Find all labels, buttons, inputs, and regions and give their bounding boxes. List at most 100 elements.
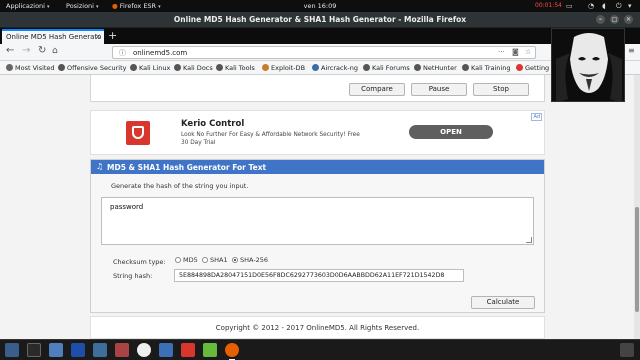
minimize-button[interactable]: – [596,15,605,24]
anonymous-mask-avatar [551,28,625,102]
pause-button[interactable]: Pause [411,83,467,96]
beef-app-icon[interactable] [159,343,173,357]
bookmark-label: Exploit-DB [271,64,306,72]
bookmark-label: Offensive Security [67,64,127,72]
system-menu-caret[interactable]: ▾ [628,2,632,10]
burpsuite-app-icon[interactable] [115,343,129,357]
bookmark-favicon-icon [174,64,181,71]
kerio-logo [126,121,150,145]
checksum-type-label: Checksum type: [113,258,166,266]
bookmark-kali-tools[interactable]: Kali Tools [216,64,255,72]
page-actions-icon[interactable]: ··· [498,48,505,56]
bookmark-favicon-icon [516,64,523,71]
address-bar[interactable]: ⓘ onlinemd5.com ··· ◙ ☆ [112,46,536,59]
page-content: Compare Pause Stop Kerio Control Look No… [0,75,634,339]
mask-image [552,29,624,101]
maximize-button[interactable]: □ [610,15,619,24]
radio-sha1[interactable]: SHA1 [202,256,228,264]
volume-icon[interactable]: ◖ [602,2,606,10]
firefox-app-icon[interactable] [225,343,239,360]
maltego-app-icon[interactable] [137,343,151,357]
taskbar-dock [0,339,640,360]
bookmark-favicon-icon [130,64,137,71]
radio-label: MD5 [183,256,198,264]
recording-timer: 00:01:54 [535,2,562,9]
bookmark-star-icon[interactable]: ☆ [525,48,531,56]
close-tab-icon[interactable]: ✕ [95,33,101,41]
bookmark-offensive-security[interactable]: Offensive Security [58,64,127,72]
text-input-area[interactable]: password [101,197,534,245]
string-hash-label: String hash: [113,272,153,280]
bookmark-exploit-db[interactable]: Exploit-DB [262,64,305,72]
page-scrollbar[interactable] [634,75,640,339]
bookmark-nethunter[interactable]: NetHunter [414,64,457,72]
resize-grip[interactable] [526,237,532,243]
metasploit-app-icon[interactable] [71,343,85,357]
folder-app-icon[interactable] [49,343,63,357]
gear-icon [6,64,13,71]
home-button[interactable]: ⌂ [52,46,58,56]
panel-header: ♫ MD5 & SHA1 Hash Generator For Text [91,160,544,174]
radio-sha256[interactable]: SHA-256 [232,256,268,264]
bookmark-favicon-icon [262,64,269,71]
reload-button[interactable]: ↻ [38,45,46,56]
radio-button[interactable] [202,257,208,263]
bookmark-most-visited[interactable]: Most Visited [6,64,55,72]
bookmark-label: Kali Training [471,64,511,72]
bookmark-kali-forums[interactable]: Kali Forums [363,64,410,72]
hash-generator-panel: ♫ MD5 & SHA1 Hash Generator For Text Gen… [90,159,545,313]
input-text: password [110,203,144,211]
bookmark-aircrack-ng[interactable]: Aircrack-ng [312,64,358,72]
window-titlebar: Online MD5 Hash Generator & SHA1 Hash Ge… [0,12,640,28]
page-footer: Copyright © 2012 - 2017 OnlineMD5. All R… [90,316,545,339]
bookmark-label: Kali Tools [225,64,255,72]
advertisement[interactable]: Kerio Control Look No Further For Easy &… [90,110,545,155]
hash-output-field[interactable]: 5E884898DA28047151D0E56F8DC6292773603D0D… [174,269,464,282]
show-apps-icon[interactable] [620,343,634,357]
navigation-bar: ← → ↻ ⌂ ⓘ onlinemd5.com ··· ◙ ☆ ▥ ≡ [0,44,640,61]
ad-open-button[interactable]: OPEN [409,125,493,139]
menu-icon[interactable]: ≡ [628,46,635,55]
bookmarks-toolbar: Most Visited Offensive Security Kali Lin… [0,61,640,75]
ad-choices-badge[interactable]: Ad [531,113,542,121]
bookmark-label: Most Visited [15,64,55,72]
tab-onlinemd5[interactable]: Online MD5 Hash Generato ✕ [2,29,104,44]
bookmark-kali-docs[interactable]: Kali Docs [174,64,213,72]
stop-button[interactable]: Stop [473,83,529,96]
scrollbar-thumb[interactable] [635,207,639,312]
tab-bar: Online MD5 Hash Generato ✕ + [0,28,640,44]
new-tab-button[interactable]: + [108,29,117,42]
ad-description: Look No Further For Easy & Affordable Ne… [181,132,360,146]
bookmark-label: Kali Linux [139,64,171,72]
pocket-icon[interactable]: ◙ [512,48,519,56]
compare-button[interactable]: Compare [349,83,405,96]
radio-label: SHA1 [210,256,228,264]
faraday-app-icon[interactable] [181,343,195,357]
terminal-app-icon[interactable] [27,343,41,357]
bookmark-getting-started[interactable]: Getting [516,64,549,72]
calculate-button[interactable]: Calculate [471,296,535,309]
workspace-icon[interactable]: ▭ [566,2,573,10]
window-title: Online MD5 Hash Generator & SHA1 Hash Ge… [173,15,467,24]
radio-button[interactable] [175,257,181,263]
network-icon[interactable]: ◔ [588,2,594,10]
back-button[interactable]: ← [6,45,14,56]
bookmark-favicon-icon [312,64,319,71]
bookmark-favicon-icon [216,64,223,71]
armitage-app-icon[interactable] [93,343,107,357]
power-icon[interactable]: ⏻ [616,2,622,11]
close-window-button[interactable]: ✕ [624,15,633,24]
bookmark-favicon-icon [414,64,421,71]
ad-title: Kerio Control [181,119,245,129]
bookmark-kali-training[interactable]: Kali Training [462,64,510,72]
panel-title: MD5 & SHA1 Hash Generator For Text [107,163,267,172]
site-info-icon[interactable]: ⓘ [119,48,126,58]
leafpad-app-icon[interactable] [203,343,217,357]
bookmark-favicon-icon [363,64,370,71]
forward-button[interactable]: → [22,45,30,56]
bookmark-kali-linux[interactable]: Kali Linux [130,64,170,72]
radio-button-selected[interactable] [232,257,238,263]
radio-md5[interactable]: MD5 [175,256,198,264]
bookmark-favicon-icon [58,64,65,71]
files-app-icon[interactable] [5,343,19,357]
